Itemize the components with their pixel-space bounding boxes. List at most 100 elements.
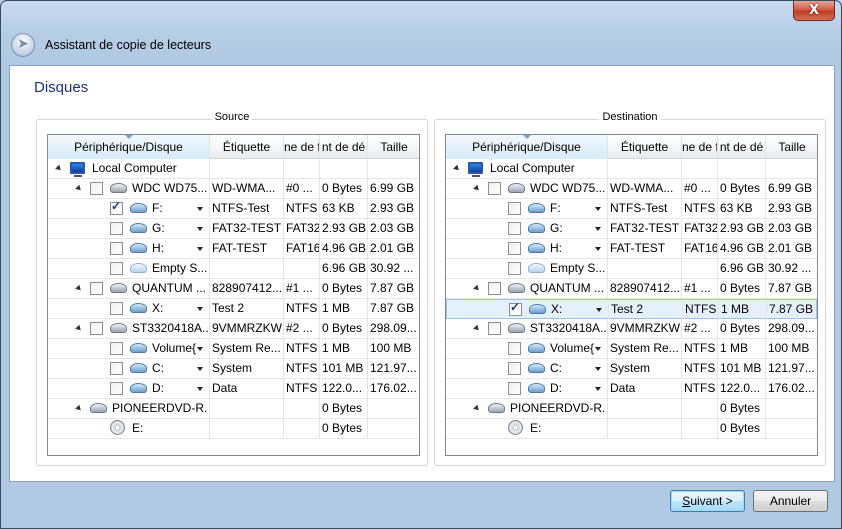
table-row[interactable]: QUANTUM ... 828907412... #1 ... 0 Bytes 7.87… [48, 279, 419, 299]
table-row[interactable]: X: Test 2NTFS1 MB7.87 GB [48, 299, 419, 319]
dropdown-arrow-icon[interactable] [197, 207, 203, 211]
row-checkbox[interactable] [508, 342, 521, 355]
row-checkbox[interactable] [110, 342, 123, 355]
row-checkbox[interactable] [488, 322, 501, 335]
back-button[interactable]: ➤ [11, 33, 35, 57]
row-checkbox[interactable] [110, 382, 123, 395]
expand-toggle-icon[interactable] [453, 164, 461, 173]
table-row[interactable]: D: Data NTFS 122.0... 176.02... [446, 379, 817, 399]
table-row[interactable]: E: 0 Bytes [48, 419, 419, 439]
dropdown-arrow-icon[interactable] [595, 207, 601, 211]
row-checkbox[interactable] [110, 199, 123, 215]
dropdown-arrow-icon[interactable] [197, 247, 203, 251]
column-header-3[interactable]: nt de dé [320, 135, 368, 159]
expand-toggle-icon[interactable] [473, 184, 481, 193]
table-row[interactable]: H: FAT-TEST FAT16 4.96 GB 2.01 GB [48, 239, 419, 259]
row-checkbox[interactable] [90, 182, 103, 195]
size-cell: 2.93 GB [368, 199, 419, 218]
table-row[interactable]: G: FAT32-TEST FAT32 2.93 GB 2.03 GB [446, 219, 817, 239]
table-row[interactable]: Local Computer [446, 159, 817, 179]
column-header-2[interactable]: ne de f [682, 135, 718, 159]
table-row[interactable]: Volume{... System Re...NTFS1 MB100 MB [48, 339, 419, 359]
destination-grid[interactable]: Périphérique/Disque Étiquette ne de f nt de… [445, 134, 818, 456]
table-row[interactable]: QUANTUM ... 828907412... #1 ... 0 Bytes 7.87… [446, 279, 817, 299]
row-checkbox[interactable] [508, 362, 521, 375]
column-header-4[interactable]: Taille [368, 135, 419, 159]
expand-toggle-icon[interactable] [473, 324, 481, 333]
expand-toggle-icon[interactable] [75, 184, 83, 193]
device-name: G: [152, 221, 165, 235]
row-checkbox[interactable] [508, 262, 521, 275]
row-checkbox[interactable] [508, 382, 521, 395]
dropdown-arrow-icon[interactable] [595, 387, 601, 391]
expand-toggle-icon[interactable] [75, 284, 83, 293]
dropdown-arrow-icon[interactable] [595, 227, 601, 231]
dropdown-arrow-icon[interactable] [596, 308, 602, 312]
column-header-2[interactable]: ne de f [284, 135, 320, 159]
hard-disk-icon [110, 183, 127, 193]
table-row[interactable]: D: Data NTFS 122.0... 176.02... [48, 379, 419, 399]
dropdown-arrow-icon[interactable] [595, 247, 601, 251]
column-header-3[interactable]: nt de dé [718, 135, 766, 159]
partition-icon [130, 383, 147, 393]
row-checkbox[interactable] [110, 242, 123, 255]
row-checkbox[interactable] [110, 362, 123, 375]
dropdown-arrow-icon[interactable] [197, 387, 203, 391]
table-row[interactable]: C: System NTFS 101 MB 121.97... [48, 359, 419, 379]
row-checkbox[interactable] [110, 302, 123, 315]
dropdown-arrow-icon[interactable] [197, 347, 203, 351]
table-row[interactable]: E: 0 Bytes [446, 419, 817, 439]
row-checkbox[interactable] [90, 282, 103, 295]
row-checkbox[interactable] [508, 202, 521, 215]
dropdown-arrow-icon[interactable] [595, 367, 601, 371]
table-row[interactable]: G: FAT32-TEST FAT32 2.93 GB 2.03 GB [48, 219, 419, 239]
dropdown-arrow-icon[interactable] [197, 367, 203, 371]
row-checkbox[interactable] [488, 282, 501, 295]
offset-cell: 122.0... [320, 379, 368, 398]
offset-cell: 0 Bytes [718, 419, 766, 438]
table-row[interactable]: WDC WD75... WD-WMA... #0 ... 0 Bytes 6.99 GB [48, 179, 419, 199]
table-row[interactable]: F: NTFS-TestNTFS63 KB2.93 GB [446, 199, 817, 219]
table-row[interactable]: H: FAT-TEST FAT16 4.96 GB 2.01 GB [446, 239, 817, 259]
row-checkbox[interactable] [488, 182, 501, 195]
label-cell: System [210, 359, 284, 378]
table-row[interactable]: F: NTFS-TestNTFS63 KB2.93 GB [48, 199, 419, 219]
table-row[interactable]: Empty S... 6.96 GB 30.92 ... [48, 259, 419, 279]
expand-toggle-icon[interactable] [75, 324, 83, 333]
expand-toggle-icon[interactable] [75, 404, 83, 413]
column-header-1[interactable]: Étiquette [210, 135, 284, 159]
partition-icon [130, 343, 147, 353]
table-row[interactable]: X: Test 2NTFS1 MB7.87 GB [446, 299, 817, 319]
label-cell: System Re... [608, 339, 682, 358]
table-row[interactable]: C: System NTFS 101 MB 121.97... [446, 359, 817, 379]
row-checkbox[interactable] [110, 222, 123, 235]
cancel-button[interactable]: Annuler [753, 490, 828, 512]
row-checkbox[interactable] [90, 322, 103, 335]
expand-toggle-icon[interactable] [473, 404, 481, 413]
table-row[interactable]: ST3320418A... 9VMMRZKW #2 ... 0 Bytes 298.09… [48, 319, 419, 339]
column-header-0[interactable]: Périphérique/Disque [446, 135, 608, 159]
column-header-0[interactable]: Périphérique/Disque [48, 135, 210, 159]
table-row[interactable]: WDC WD75... WD-WMA... #0 ... 0 Bytes 6.99 GB [446, 179, 817, 199]
row-checkbox[interactable] [508, 222, 521, 235]
table-row[interactable]: Local Computer [48, 159, 419, 179]
dropdown-arrow-icon[interactable] [595, 347, 601, 351]
table-row[interactable]: ST3320418A... 9VMMRZKW #2 ... 0 Bytes 298.09… [446, 319, 817, 339]
table-row[interactable]: PIONEERDVD-R... 0 Bytes [446, 399, 817, 419]
table-row[interactable]: Volume{... System Re...NTFS1 MB100 MB [446, 339, 817, 359]
close-button[interactable]: X [793, 1, 835, 21]
expand-toggle-icon[interactable] [473, 284, 481, 293]
column-header-1[interactable]: Étiquette [608, 135, 682, 159]
row-checkbox[interactable] [110, 262, 123, 275]
row-checkbox[interactable] [509, 300, 522, 316]
source-grid[interactable]: Périphérique/Disque Étiquette ne de f nt de… [47, 134, 420, 456]
dropdown-arrow-icon[interactable] [197, 307, 203, 311]
next-button[interactable]: Suivant > [670, 490, 745, 512]
table-row[interactable]: Empty S... 6.96 GB 30.92 ... [446, 259, 817, 279]
table-row[interactable]: PIONEERDVD-R... 0 Bytes [48, 399, 419, 419]
offset-cell: 101 MB [320, 359, 368, 378]
row-checkbox[interactable] [508, 242, 521, 255]
expand-toggle-icon[interactable] [55, 164, 63, 173]
column-header-4[interactable]: Taille [766, 135, 817, 159]
dropdown-arrow-icon[interactable] [197, 227, 203, 231]
